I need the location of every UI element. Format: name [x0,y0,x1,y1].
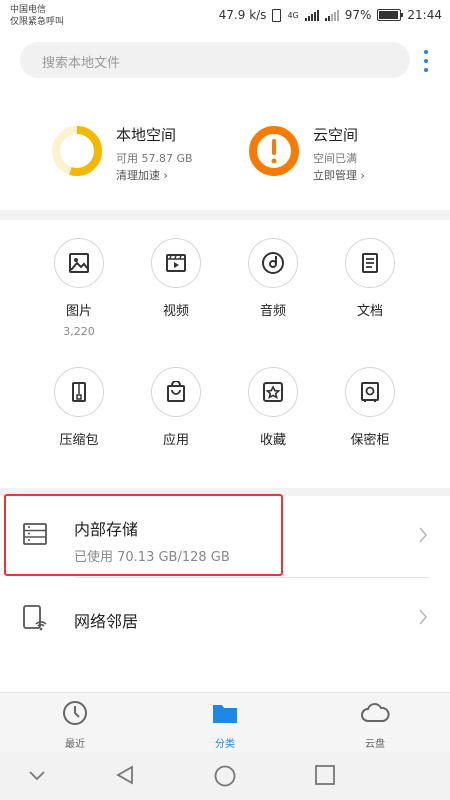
category-label: 音频 [259,304,286,319]
section-divider [0,210,450,220]
category-label: 收藏 [259,433,286,448]
signal-2-icon [324,9,339,21]
clean-accelerate-link[interactable]: 清理加速 › [116,167,168,183]
home-circle-icon[interactable] [213,764,237,788]
category-videos[interactable]: 视频 [126,238,226,319]
chevron-right-icon [419,527,428,543]
signal-icon [304,9,319,21]
chevron-down-icon[interactable] [28,770,46,782]
cloud-icon [361,703,390,722]
cloud-space-status: 空间已满 [313,152,357,165]
manage-now-label: 立即管理 [313,169,357,182]
search-input[interactable]: 搜索本地文件 [42,52,120,71]
network-neighbors-row[interactable]: 网络邻居 [0,578,450,658]
nav-categories[interactable]: 分类 [180,699,270,750]
status-indicators: 47.9 k/s 4G 97% 21:44 [219,8,442,22]
nav-categories-label: 分类 [215,739,235,750]
chevron-right-icon: › [360,169,365,182]
zip-icon [54,367,104,417]
chevron-right-icon [419,609,428,625]
more-vert-icon[interactable] [420,48,432,74]
category-label: 视频 [162,304,189,319]
emergency-only: 仅限紧急呼叫 [10,17,65,27]
warning-icon [249,126,299,176]
category-audio[interactable]: 音频 [223,238,323,319]
vibrate-icon [272,8,282,22]
app-bag-icon [151,367,201,417]
search-bar[interactable]: 搜索本地文件 [20,42,410,78]
local-space-title: 本地空间 [116,126,177,144]
music-disc-icon [248,238,298,288]
clock-icon [63,701,87,725]
carrier-info: 中国电信 仅限紧急呼叫 [10,4,64,28]
category-images[interactable]: 图片 3,220 [29,238,129,338]
category-apps[interactable]: 应用 [126,367,226,448]
system-navigation-bar [0,752,450,800]
recents-square-icon[interactable] [314,764,336,786]
category-archives[interactable]: 压缩包 [29,367,129,448]
nav-recent[interactable]: 最近 [30,699,120,750]
category-safe[interactable]: 保密柜 [320,367,420,448]
clock-time: 21:44 [407,8,442,22]
local-space-card[interactable]: 本地空间 可用 57.87 GB 清理加速 › [50,118,230,188]
battery-icon [377,9,404,21]
star-icon [248,367,298,417]
manage-now-link[interactable]: 立即管理 › [313,167,365,183]
category-favorites[interactable]: 收藏 [223,367,323,448]
cloud-space-card[interactable]: 云空间 空间已满 立即管理 › [247,118,437,188]
ring-gauge-icon [52,126,102,176]
net-speed: 47.9 k/s [218,8,267,22]
network-device-icon [22,604,48,636]
category-documents[interactable]: 文档 [320,238,420,319]
cloud-space-title: 云空间 [313,126,359,144]
network-type: 4G [287,10,299,20]
nav-cloud[interactable]: 云盘 [330,699,420,750]
chevron-right-icon: › [163,169,168,182]
folder-icon [213,705,237,723]
nav-recent-label: 最近 [65,739,85,750]
category-label: 应用 [162,433,189,448]
category-label: 图片 [65,304,92,319]
image-icon [54,238,104,288]
clean-accelerate-label: 清理加速 [116,169,160,182]
category-label: 保密柜 [350,433,390,448]
local-space-available: 可用 57.87 GB [116,152,193,165]
network-neighbors-title: 网络邻居 [74,612,139,631]
carrier-name: 中国电信 [10,5,47,15]
category-label: 压缩包 [59,433,99,448]
category-count: 3,220 [63,325,95,338]
nav-cloud-label: 云盘 [365,739,385,750]
document-icon [345,238,395,288]
status-bar: 中国电信 仅限紧急呼叫 47.9 k/s 4G 97% 21:44 [0,0,450,34]
category-label: 文档 [356,304,383,319]
safe-icon [345,367,395,417]
bottom-navigation: 最近 分类 云盘 [0,692,450,753]
back-triangle-icon[interactable] [114,764,136,786]
selection-highlight [4,494,283,576]
battery-percent: 97% [344,8,372,22]
video-icon [151,238,201,288]
